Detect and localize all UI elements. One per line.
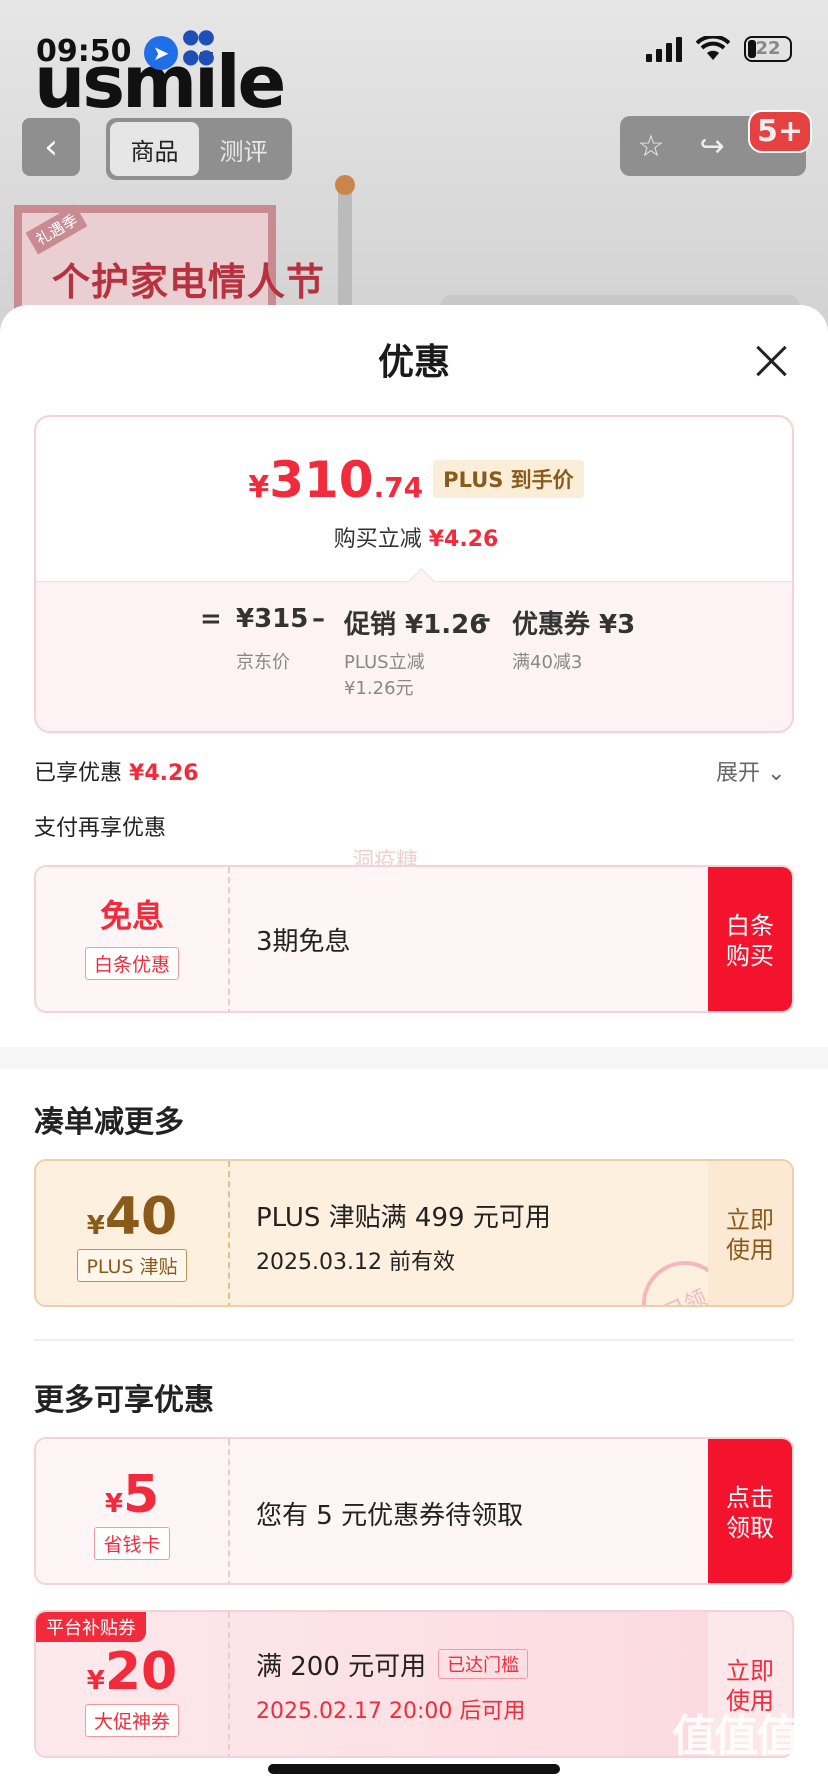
price-card: ¥310.74 PLUS 到手价 购买立减 ¥4.26 = ¥315 京东价 – …: [34, 415, 794, 733]
promo-discount: 促销 ¥1.26: [344, 610, 488, 640]
claim-button[interactable]: 点击领取: [708, 1439, 792, 1583]
tab-reviews[interactable]: 测评: [199, 122, 288, 176]
poster-title: 个护家电情人节: [52, 260, 326, 304]
saving-card-tag: 省钱卡: [94, 1527, 170, 1560]
plus-coupon-value: 40: [104, 1187, 178, 1247]
price-currency: ¥: [248, 470, 270, 505]
saving-card-amount: ¥5: [36, 1469, 228, 1521]
status-icons: 22: [646, 34, 792, 62]
plus-coupon-condition: PLUS 津贴满 499 元可用: [256, 1203, 551, 1233]
battery-icon: 22: [744, 36, 792, 62]
plus-coupon-amount: ¥40: [36, 1191, 228, 1243]
divider: [34, 1339, 794, 1341]
back-button[interactable]: ‹: [22, 118, 80, 176]
plus-coupon-tag: PLUS 津贴: [77, 1249, 187, 1282]
price-decimal: .74: [373, 471, 424, 504]
plus-coupon-left: ¥40 PLUS 津贴: [36, 1161, 230, 1305]
instant-discount-label: 购买立减: [333, 527, 422, 552]
poster-tag: 礼遇季: [25, 204, 88, 255]
location-arrow-icon: ➤: [143, 35, 178, 70]
equals-sign: =: [200, 604, 222, 634]
tab-product[interactable]: 商品: [110, 122, 199, 176]
saving-card-currency: ¥: [104, 1489, 123, 1519]
signal-icon: [646, 36, 682, 62]
enjoyed-amount: ¥4.26: [129, 761, 199, 786]
baitiao-big-label: 免息: [99, 897, 164, 935]
jd-price: ¥315: [236, 604, 309, 634]
platform-coupon-tag: 大促神券: [84, 1704, 179, 1737]
close-icon[interactable]: [752, 341, 792, 381]
promo-note: PLUS立减 ¥1.26元: [344, 650, 425, 702]
chevron-left-icon: ‹: [44, 127, 58, 167]
platform-coupon-left: ¥20 大促神券: [36, 1612, 230, 1756]
instant-discount-amount: ¥4.26: [428, 527, 499, 552]
baitiao-buy-button[interactable]: 白条购买: [708, 867, 792, 1011]
promo-note-line1: PLUS立减: [344, 652, 425, 673]
expand-button[interactable]: 展开 ⌄: [716, 755, 785, 787]
platform-coupon-amount: ¥20: [36, 1646, 228, 1698]
share-icon[interactable]: ↪: [700, 129, 725, 164]
platform-coupon-value: 20: [104, 1642, 178, 1702]
home-indicator[interactable]: [268, 1764, 560, 1774]
platform-coupon-time: 2025.02.17 20:00 后可用: [256, 1699, 526, 1724]
plus-coupon-expiry: 2025.03.12 前有效: [256, 1250, 455, 1275]
enjoyed-discount: 已享优惠 ¥4.26: [34, 755, 199, 787]
saving-card-text: 您有 5 元优惠券待领取: [256, 1501, 524, 1531]
saving-card-left: ¥5 省钱卡: [36, 1439, 230, 1583]
jd-price-label: 京东价: [236, 652, 290, 673]
message-badge: 5+: [747, 110, 812, 153]
status-time-text: 09:50: [36, 34, 132, 69]
expand-label: 展开: [716, 761, 761, 786]
plus-coupon-mid: PLUS 津贴满 499 元可用 2025.03.12 前有效: [256, 1161, 708, 1305]
price-integer: 310: [269, 451, 374, 509]
plus-coupon-use-button[interactable]: 立即使用: [708, 1161, 792, 1305]
saving-card-mid: 您有 5 元优惠券待领取: [256, 1439, 708, 1583]
threshold-badge: 已达门槛: [438, 1649, 529, 1679]
more-orders-title: 凑单减更多: [34, 1105, 184, 1140]
baitiao-coupon: 免息 白条优惠 3期免息 白条购买: [34, 865, 794, 1013]
nav-actions: ☆ ↪ ··· 5+: [620, 110, 812, 176]
star-icon[interactable]: ☆: [638, 129, 665, 164]
baitiao-left: 免息 白条优惠: [36, 867, 230, 1011]
coupon-note: 满40减3: [512, 652, 583, 673]
saving-card-value: 5: [122, 1465, 160, 1525]
coupon-discount: 优惠券 ¥3: [512, 610, 636, 640]
more-offers-title: 更多可享优惠: [34, 1383, 214, 1418]
enjoyed-label: 已享优惠: [34, 761, 123, 786]
platform-coupon-currency: ¥: [86, 1666, 105, 1696]
site-watermark-url: zhizhizhi.com: [676, 1760, 785, 1779]
saving-card-coupon: ¥5 省钱卡 您有 5 元优惠券待领取 点击领取: [34, 1437, 794, 1585]
sheet-title: 优惠: [377, 342, 450, 383]
instant-discount: 购买立减 ¥4.26: [36, 521, 792, 553]
status-time: 09:50 ➤: [36, 34, 178, 70]
chevron-down-icon: ⌄: [767, 761, 786, 786]
wifi-icon: [695, 34, 731, 62]
price-breakdown: = ¥315 京东价 – 促销 ¥1.26 PLUS立减 ¥1.26元 – 优惠…: [36, 581, 792, 731]
battery-level: 22: [755, 38, 781, 59]
brand-logo-dots: ●● ●●: [182, 24, 215, 68]
pay-section-title: 支付再享优惠: [34, 816, 167, 841]
baitiao-mid: 3期免息: [256, 867, 708, 1011]
section-divider: [0, 1047, 828, 1069]
minus-sign: –: [478, 604, 491, 634]
site-watermark-logo: 值值值: [672, 1711, 800, 1762]
platform-coupon-mid: 满 200 元可用 已达门槛 2025.02.17 20:00 后可用: [256, 1612, 708, 1756]
platform-coupon-condition: 满 200 元可用 已达门槛: [256, 1646, 708, 1683]
minus-sign: –: [312, 604, 325, 634]
discount-sheet: 优惠 ¥310.74 PLUS 到手价 购买立减 ¥4.26 = ¥315 京东价…: [0, 305, 828, 1792]
nav-tabs: 商品 测评: [106, 118, 292, 180]
baitiao-tag: 白条优惠: [84, 947, 179, 980]
plus-coupon: ¥40 PLUS 津贴 PLUS 津贴满 499 元可用 2025.03.12 …: [34, 1159, 794, 1307]
platform-coupon-condition-text: 满 200 元可用: [256, 1652, 427, 1682]
final-price: ¥310.74 PLUS 到手价: [36, 451, 792, 509]
plus-price-tag: PLUS 到手价: [433, 460, 584, 498]
promo-note-line2: ¥1.26元: [344, 678, 414, 699]
baitiao-text: 3期免息: [256, 927, 351, 957]
plus-coupon-currency: ¥: [86, 1211, 105, 1241]
